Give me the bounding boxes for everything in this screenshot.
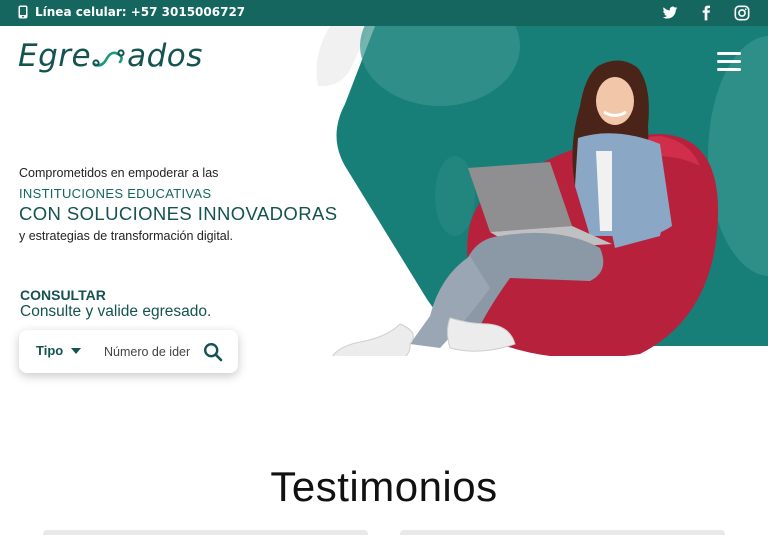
- caret-down-icon: [71, 347, 82, 354]
- phone-label: Línea celular: +57 3015006727: [35, 5, 246, 19]
- logo-text-right: ados: [127, 38, 203, 74]
- facebook-icon[interactable]: [698, 5, 714, 21]
- hero-strategies: y estrategias de transformación digital.: [19, 229, 233, 243]
- consult-subtitle: Consulte y valide egresado.: [20, 303, 212, 320]
- egresados-logo[interactable]: Egre ados: [18, 38, 203, 74]
- hamburger-icon[interactable]: [717, 52, 741, 72]
- hero-solutions: CON SOLUCIONES INNOVADORAS: [19, 203, 338, 224]
- testimonial-card[interactable]: [400, 530, 725, 535]
- phone-icon: [18, 5, 28, 19]
- tipo-label: Tipo: [36, 343, 64, 358]
- hero-tagline: Comprometidos en empoderar a las: [19, 166, 219, 180]
- consult-search-box: Tipo: [19, 330, 238, 373]
- testimonials-title: Testimonios: [270, 463, 498, 510]
- logo-text-left: Egre: [18, 38, 92, 74]
- id-number-input[interactable]: [104, 342, 190, 362]
- hero-institutions: INSTITUCIONES EDUCATIVAS: [19, 186, 212, 201]
- tipo-dropdown[interactable]: Tipo: [36, 343, 82, 358]
- search-icon[interactable]: [203, 342, 223, 362]
- social-links: [662, 5, 750, 21]
- phone-contact[interactable]: Línea celular: +57 3015006727: [18, 5, 245, 19]
- twitter-icon[interactable]: [662, 5, 678, 21]
- instagram-icon[interactable]: [734, 5, 750, 21]
- testimonial-card[interactable]: [43, 530, 368, 535]
- consult-title: CONSULTAR: [20, 287, 106, 303]
- logo-swirl-icon: [92, 49, 125, 67]
- top-bar: Línea celular: +57 3015006727: [0, 0, 768, 26]
